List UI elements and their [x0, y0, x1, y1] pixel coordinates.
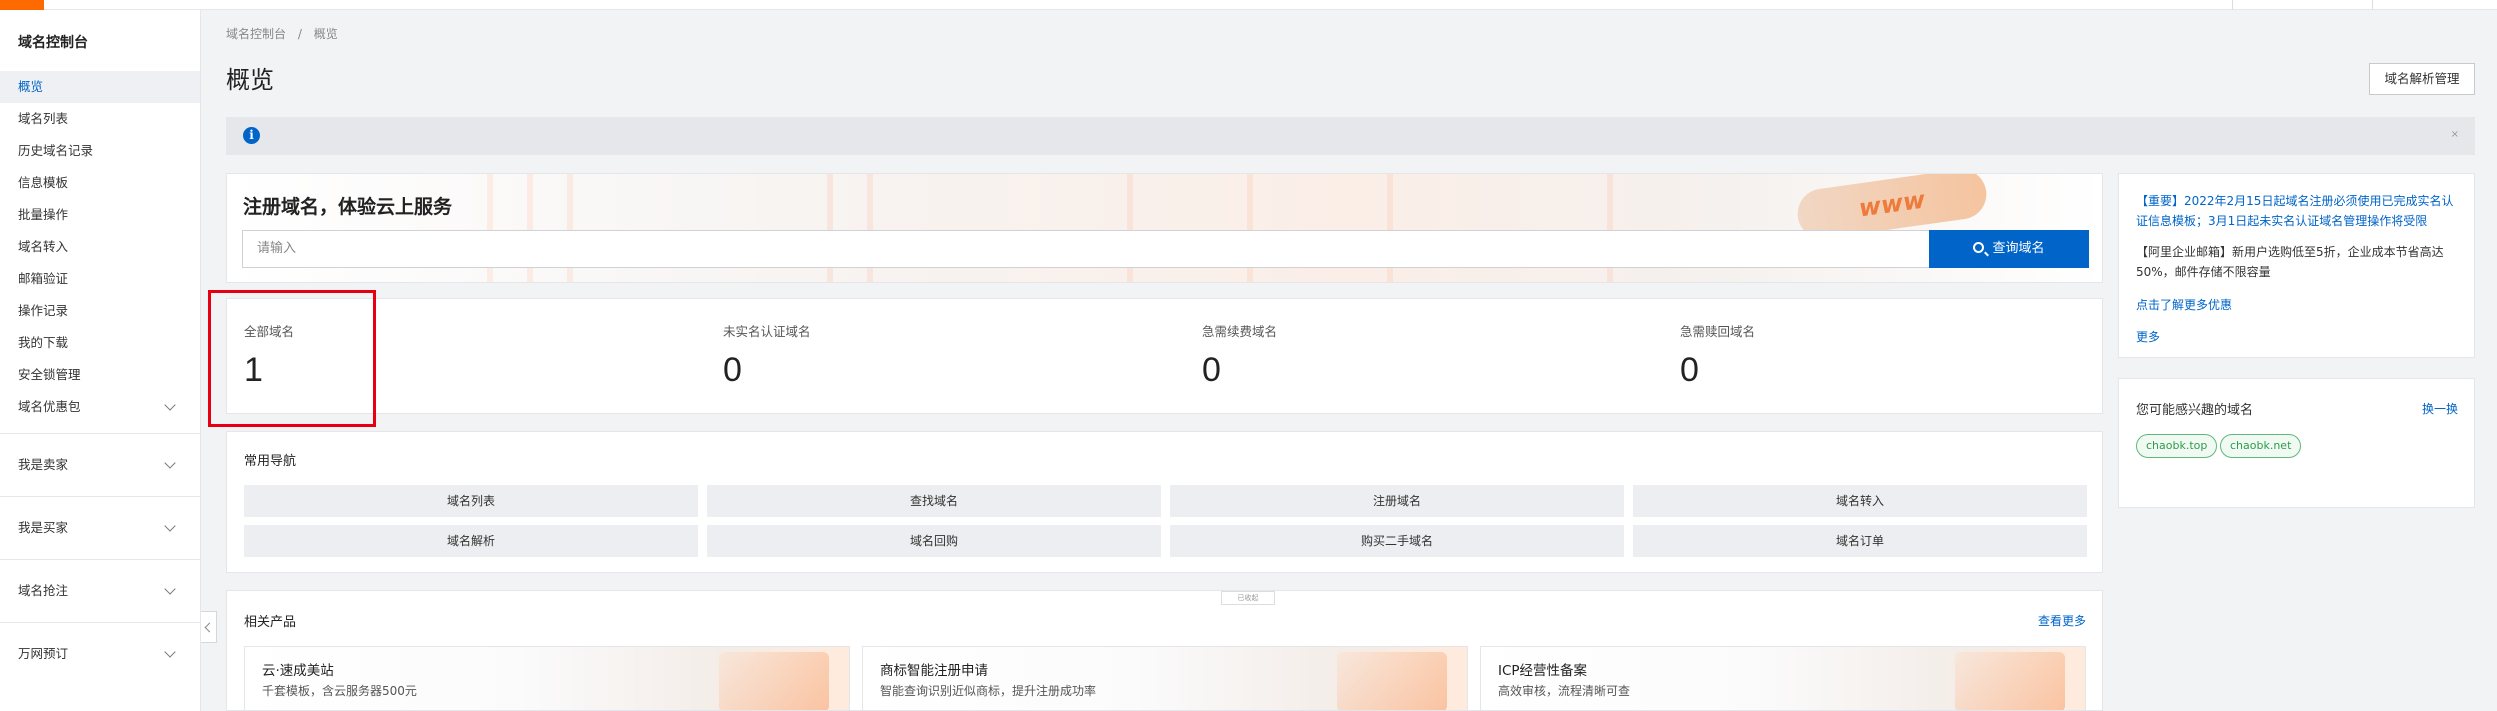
sidebar-item-email-verify[interactable]: 邮箱验证	[0, 263, 200, 295]
sidebar-item-batch-ops[interactable]: 批量操作	[0, 199, 200, 231]
stat-value[interactable]: 0	[723, 351, 742, 390]
info-icon: i	[243, 127, 260, 144]
domain-search-input[interactable]: 请输入	[242, 230, 1932, 268]
interest-title: 您可能感兴趣的域名	[2136, 403, 2254, 418]
products-title: 相关产品	[244, 615, 297, 630]
nav-link-transfer-in[interactable]: 域名转入	[1633, 485, 2087, 517]
product-title: 商标智能注册申请	[880, 663, 988, 679]
stat-renewal-domains[interactable]: 急需续费域名 0	[1185, 299, 1655, 415]
chevron-down-icon	[164, 646, 176, 658]
stat-value[interactable]: 0	[1202, 351, 1221, 390]
product-card-icp[interactable]: ICP经营性备案 高效审核，流程清晰可查	[1480, 646, 2086, 710]
nav-link-buy-used[interactable]: 购买二手域名	[1170, 525, 1624, 557]
nav-link-domain-list[interactable]: 域名列表	[244, 485, 698, 517]
sidebar-item-downloads[interactable]: 我的下载	[0, 327, 200, 359]
top-bar	[0, 0, 2497, 10]
product-card-website[interactable]: 云·速成美站 千套模板，含云服务器500元	[244, 646, 850, 710]
interest-domains-card: 您可能感兴趣的域名 换一换 chaobk.top chaobk.net	[2118, 378, 2475, 508]
page-title: 概览	[226, 66, 274, 94]
nav-link-buyback[interactable]: 域名回购	[707, 525, 1161, 557]
sidebar-item-domain-history[interactable]: 历史域名记录	[0, 135, 200, 167]
related-products-card: 已收起 相关产品 查看更多 云·速成美站 千套模板，含云服务器500元 商标智能…	[226, 590, 2103, 711]
collapse-badge[interactable]: 已收起	[1221, 591, 1275, 605]
product-desc: 高效审核，流程清晰可查	[1498, 684, 1631, 698]
search-icon	[1973, 242, 1985, 253]
sidebar-group-reservation[interactable]: 万网预订	[0, 622, 200, 684]
view-more-link[interactable]: 查看更多	[2038, 612, 2086, 629]
notice-card: 【重要】2022年2月15日起域名注册必须使用已完成实名认证信息模板；3月1日起…	[2118, 173, 2475, 358]
sidebar-group-label: 域名抢注	[18, 583, 69, 598]
register-domain-card: www 注册域名，体验云上服务 请输入 查询域名	[226, 173, 2103, 283]
domain-chip[interactable]: chaobk.top	[2136, 434, 2218, 458]
highlight-annotation	[208, 290, 376, 427]
chevron-down-icon	[164, 520, 176, 532]
more-link[interactable]: 更多	[2136, 328, 2160, 345]
search-button-label: 查询域名	[1992, 241, 2045, 256]
nav-link-register-domain[interactable]: 注册域名	[1170, 485, 1624, 517]
nav-link-find-domain[interactable]: 查找域名	[707, 485, 1161, 517]
domain-stats-card: 全部域名 1 未实名认证域名 0 急需续费域名 0 急需赎回域名 0	[226, 298, 2103, 414]
register-title: 注册域名，体验云上服务	[243, 196, 453, 218]
breadcrumb-separator: /	[297, 27, 302, 41]
product-illustration	[1955, 652, 2065, 710]
topbar-divider	[2372, 0, 2373, 10]
product-title: 云·速成美站	[262, 663, 334, 679]
product-desc: 智能查询识别近似商标，提升注册成功率	[880, 684, 1097, 698]
product-illustration	[1337, 652, 1447, 710]
topbar-divider	[2232, 0, 2233, 10]
sidebar-item-transfer-in[interactable]: 域名转入	[0, 231, 200, 263]
breadcrumb-root[interactable]: 域名控制台	[226, 27, 286, 41]
product-desc: 千套模板，含云服务器500元	[262, 684, 417, 698]
sidebar-group-seller[interactable]: 我是卖家	[0, 433, 200, 495]
common-nav-card: 常用导航 域名列表 查找域名 注册域名 域名转入 域名解析 域名回购 购买二手域…	[226, 431, 2103, 573]
sidebar-group-backorder[interactable]: 域名抢注	[0, 559, 200, 621]
breadcrumb-current: 概览	[313, 27, 338, 41]
chevron-down-icon	[164, 457, 176, 469]
nav-title: 常用导航	[244, 454, 297, 469]
sidebar-item-info-template[interactable]: 信息模板	[0, 167, 200, 199]
breadcrumb: 域名控制台 / 概览	[226, 25, 346, 42]
stat-label: 急需赎回域名	[1680, 324, 1756, 339]
chevron-down-icon	[164, 399, 176, 411]
sidebar: 域名控制台 概览 域名列表 历史域名记录 信息模板 批量操作 域名转入 邮箱验证…	[0, 10, 201, 711]
more-discount-link[interactable]: 点击了解更多优惠	[2136, 296, 2232, 313]
product-card-trademark[interactable]: 商标智能注册申请 智能查询识别近似商标，提升注册成功率	[862, 646, 1468, 710]
sidebar-item-domain-list[interactable]: 域名列表	[0, 103, 200, 135]
stat-label: 急需续费域名	[1202, 324, 1278, 339]
chevron-down-icon	[164, 583, 176, 595]
product-title: ICP经营性备案	[1498, 663, 1588, 679]
sidebar-group-buyer[interactable]: 我是买家	[0, 496, 200, 558]
dns-management-button[interactable]: 域名解析管理	[2369, 63, 2475, 95]
search-domain-button[interactable]: 查询域名	[1929, 230, 2089, 268]
notice-mail-promo: 【阿里企业邮箱】新用户选购低至5折，企业成本节省高达50%，邮件存储不限容量	[2136, 245, 2444, 279]
notice-important-link[interactable]: 【重要】2022年2月15日起域名注册必须使用已完成实名认证信息模板；3月1日起…	[2136, 191, 2461, 231]
product-illustration	[719, 652, 829, 710]
nav-link-dns[interactable]: 域名解析	[244, 525, 698, 557]
nav-link-orders[interactable]: 域名订单	[1633, 525, 2087, 557]
sidebar-item-overview[interactable]: 概览	[0, 71, 200, 103]
sidebar-item-discount-pack[interactable]: 域名优惠包	[0, 391, 200, 423]
sidebar-group-label: 我是卖家	[18, 457, 69, 472]
stat-label: 未实名认证域名	[723, 324, 811, 339]
stat-unverified-domains[interactable]: 未实名认证域名 0	[706, 299, 1176, 415]
sidebar-group-label: 万网预订	[18, 646, 69, 661]
domain-chip[interactable]: chaobk.net	[2220, 434, 2302, 458]
close-icon[interactable]: ×	[2451, 129, 2459, 140]
sidebar-item-operation-log[interactable]: 操作记录	[0, 295, 200, 327]
info-banner: i ×	[226, 117, 2475, 155]
sidebar-item-label: 域名优惠包	[18, 399, 81, 414]
sidebar-title: 域名控制台	[18, 35, 88, 51]
stat-redemption-domains[interactable]: 急需赎回域名 0	[1663, 299, 2133, 415]
sidebar-item-security-lock[interactable]: 安全锁管理	[0, 359, 200, 391]
stat-value[interactable]: 0	[1680, 351, 1699, 390]
sidebar-collapse-button[interactable]	[201, 611, 217, 643]
sidebar-group-label: 我是买家	[18, 520, 69, 535]
swap-link[interactable]: 换一换	[2422, 400, 2458, 417]
console-logo[interactable]	[0, 0, 44, 10]
